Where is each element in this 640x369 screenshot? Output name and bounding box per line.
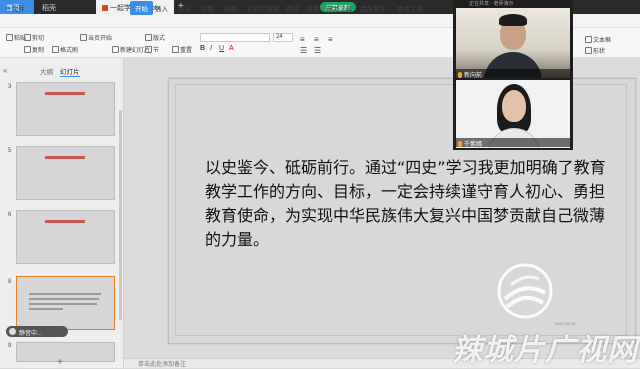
shape-button[interactable]: 形状	[585, 46, 605, 55]
copy-icon	[24, 46, 31, 53]
microphone-icon	[458, 141, 462, 147]
bullet-list-icon[interactable]: ☰	[300, 46, 307, 55]
menu-review[interactable]: 审阅	[286, 3, 299, 13]
participant-name-bar-1: 新向前	[456, 69, 570, 79]
numbered-list-icon[interactable]: ☰	[314, 46, 321, 55]
participant-video-1[interactable]	[456, 8, 570, 78]
mute-status-pill[interactable]: 静音中...	[6, 326, 68, 337]
textbox-label: 文本框	[593, 38, 612, 44]
copy-button[interactable]: 复制	[24, 45, 44, 54]
tab-daoke[interactable]: 稻壳	[36, 0, 92, 14]
file-menu-label: 文件	[11, 6, 25, 13]
font-color-button[interactable]: A	[229, 45, 234, 52]
brush-icon	[52, 46, 59, 53]
play-icon	[80, 34, 87, 41]
from-current-button[interactable]: 当页开始	[80, 33, 112, 42]
new-slide-icon	[112, 46, 119, 53]
menu-developer[interactable]: 开发工具	[326, 3, 352, 13]
menu-text-tools[interactable]: 文本工具	[397, 3, 423, 13]
menu-view[interactable]: 视图	[306, 3, 319, 13]
file-menu[interactable]: ≡ 文件	[6, 3, 25, 13]
slide-number: 3	[8, 84, 12, 90]
participant-face	[502, 90, 526, 122]
thumb-text-line	[29, 308, 63, 310]
bold-button[interactable]: B	[200, 45, 205, 52]
slide-thumbnail[interactable]	[16, 82, 115, 136]
align-left-icon[interactable]: ≡	[300, 35, 305, 44]
menu-slideshow[interactable]: 幻灯片放映	[247, 3, 280, 13]
ppt-file-icon	[102, 5, 108, 11]
textbox-button[interactable]: 文本框	[585, 35, 611, 44]
microphone-icon	[9, 328, 16, 335]
font-size-select[interactable]: 24	[273, 33, 293, 42]
paste-icon	[6, 34, 13, 41]
layout-icon	[145, 34, 152, 41]
italic-button[interactable]: I	[210, 45, 212, 52]
slide-number: 8	[8, 279, 12, 285]
layout-button[interactable]: 版式	[145, 33, 165, 42]
format-painter-label: 格式刷	[60, 48, 79, 54]
participant-name-bar-2: 千紫嫣	[456, 138, 570, 148]
participant-hair	[499, 14, 527, 26]
align-right-icon[interactable]: ≡	[328, 35, 333, 44]
slide-thumbnail-selected[interactable]	[16, 276, 115, 330]
paste-button[interactable]: 粘贴	[6, 33, 26, 42]
reset-icon	[172, 46, 179, 53]
thumb-title	[45, 220, 85, 223]
thumb-title	[45, 92, 85, 95]
underline-button[interactable]: U	[219, 45, 224, 52]
from-current-label: 当页开始	[88, 36, 113, 42]
cut-label: 剪切	[32, 36, 45, 42]
thumb-text-line	[29, 303, 97, 305]
section-button[interactable]: 节	[145, 45, 159, 54]
align-center-icon[interactable]: ≡	[314, 35, 319, 44]
menu-member[interactable]: 会员专享	[360, 3, 386, 13]
participant-name-2: 千紫嫣	[464, 142, 483, 148]
format-painter-button[interactable]: 格式刷	[52, 45, 78, 54]
menu-start[interactable]: 开始	[130, 1, 153, 15]
menu-design[interactable]: 设计	[178, 3, 191, 13]
scissors-icon	[24, 34, 31, 41]
shape-icon	[585, 47, 592, 54]
tab-slides[interactable]: 幻灯片	[60, 66, 80, 77]
menu-insert[interactable]: 插入	[155, 3, 168, 13]
slide-number: 6	[8, 212, 12, 218]
thumb-title	[45, 156, 85, 159]
slide-thumbnail[interactable]	[16, 146, 115, 200]
section-label: 节	[153, 48, 160, 54]
slide-thumbnail[interactable]	[16, 210, 115, 264]
watermark-text: 辣城片广视网	[452, 333, 638, 368]
notes-placeholder: 单击此处添加备注	[138, 362, 187, 368]
participant-name-1: 新向前	[464, 73, 483, 79]
collapse-panel-icon[interactable]: «	[3, 66, 7, 75]
copy-label: 复制	[32, 48, 45, 54]
cut-button[interactable]: 剪切	[24, 33, 44, 42]
menu-animation[interactable]: 动画	[224, 3, 237, 13]
thumbnail-scrollbar[interactable]	[119, 110, 122, 320]
section-icon	[145, 46, 152, 53]
thumb-text-line	[29, 298, 99, 300]
slide-body-text[interactable]: 以史鉴今、砥砺前行。通过“四史”学习我更加明确了教育教学工作的方向、目标，一定会…	[205, 156, 615, 252]
tab-outline[interactable]: 大纲	[40, 66, 53, 76]
shape-label: 形状	[593, 49, 606, 55]
menu-transition[interactable]: 切换	[201, 3, 214, 13]
reset-label: 重置	[180, 48, 193, 54]
video-panel-header: 正在共享 · 老师演示	[469, 1, 514, 7]
thumb-text-line	[29, 293, 101, 295]
microphone-icon	[458, 72, 462, 78]
font-name-select[interactable]	[200, 33, 270, 42]
textbox-icon	[585, 36, 592, 43]
slide-thumbnail[interactable]	[16, 342, 115, 362]
mute-status-label: 静音中...	[19, 331, 43, 337]
slide-number: 9	[8, 343, 12, 349]
add-slide-plus-icon[interactable]: +	[57, 357, 63, 368]
watermark-logo-icon	[497, 263, 553, 319]
slide-number: 5	[8, 148, 12, 154]
layout-label: 版式	[153, 36, 166, 42]
reset-button[interactable]: 重置	[172, 45, 192, 54]
